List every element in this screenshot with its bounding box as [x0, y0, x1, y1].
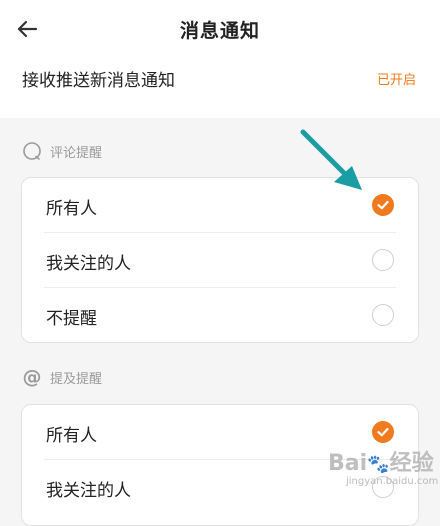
option-label: 我关注的人: [46, 481, 131, 501]
page-title: 消息通知: [179, 20, 260, 42]
at-sign-icon: @: [22, 366, 42, 388]
push-notification-row[interactable]: 接收推送新消息通知 已开启: [0, 56, 440, 98]
option-label: 所有人: [46, 199, 97, 219]
push-notification-label: 接收推送新消息通知: [22, 71, 175, 91]
watermark-url: jingyan.baidu.com: [346, 476, 439, 487]
push-status-link[interactable]: 已开启: [377, 69, 416, 88]
comment-option-off[interactable]: 不提醒: [44, 287, 396, 342]
radio-checked-icon[interactable]: [372, 194, 394, 216]
mention-section-label: 提及提醒: [50, 371, 103, 387]
watermark-logo: Bai🐾经验: [328, 451, 434, 476]
mention-section-header: @ 提及提醒: [22, 365, 103, 389]
radio-unchecked-icon[interactable]: [372, 249, 394, 271]
option-label: 所有人: [46, 426, 97, 446]
radio-checked-icon[interactable]: [372, 421, 394, 443]
comment-options-card: 所有人 我关注的人 不提醒: [21, 177, 419, 343]
comment-section-header: 评论提醒: [22, 139, 102, 163]
comment-section-label: 评论提醒: [50, 145, 103, 161]
radio-unchecked-icon[interactable]: [372, 304, 394, 326]
chat-bubble-icon: [22, 141, 42, 161]
option-label: 不提醒: [46, 309, 97, 329]
option-label: 我关注的人: [46, 254, 131, 274]
comment-option-following[interactable]: 我关注的人: [44, 232, 396, 287]
top-panel: 消息通知 接收推送新消息通知 已开启: [0, 0, 440, 118]
annotation-arrow-icon: [300, 129, 362, 190]
